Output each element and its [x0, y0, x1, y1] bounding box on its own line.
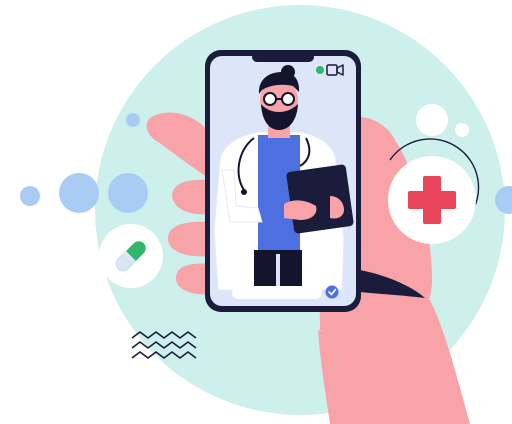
tablet-icon	[286, 164, 354, 234]
doctor-hair-bun	[281, 65, 295, 79]
call-control-bar[interactable]	[232, 286, 322, 299]
phone-notch	[252, 52, 314, 62]
check-badge-icon[interactable]	[325, 285, 339, 299]
dot-large	[59, 173, 99, 213]
dot-small	[20, 186, 40, 206]
bubble	[416, 104, 448, 136]
dot-tiny	[126, 113, 140, 127]
stethoscope-chestpiece	[241, 189, 247, 195]
leg-gap	[276, 254, 280, 290]
dot-large	[108, 173, 148, 213]
bubble	[455, 123, 469, 137]
smartphone	[205, 50, 361, 312]
live-indicator	[316, 66, 324, 74]
pill-badge	[99, 224, 163, 288]
telemedicine-illustration	[0, 0, 512, 424]
illustration-canvas	[20, 5, 512, 424]
tablet-body	[286, 164, 354, 234]
